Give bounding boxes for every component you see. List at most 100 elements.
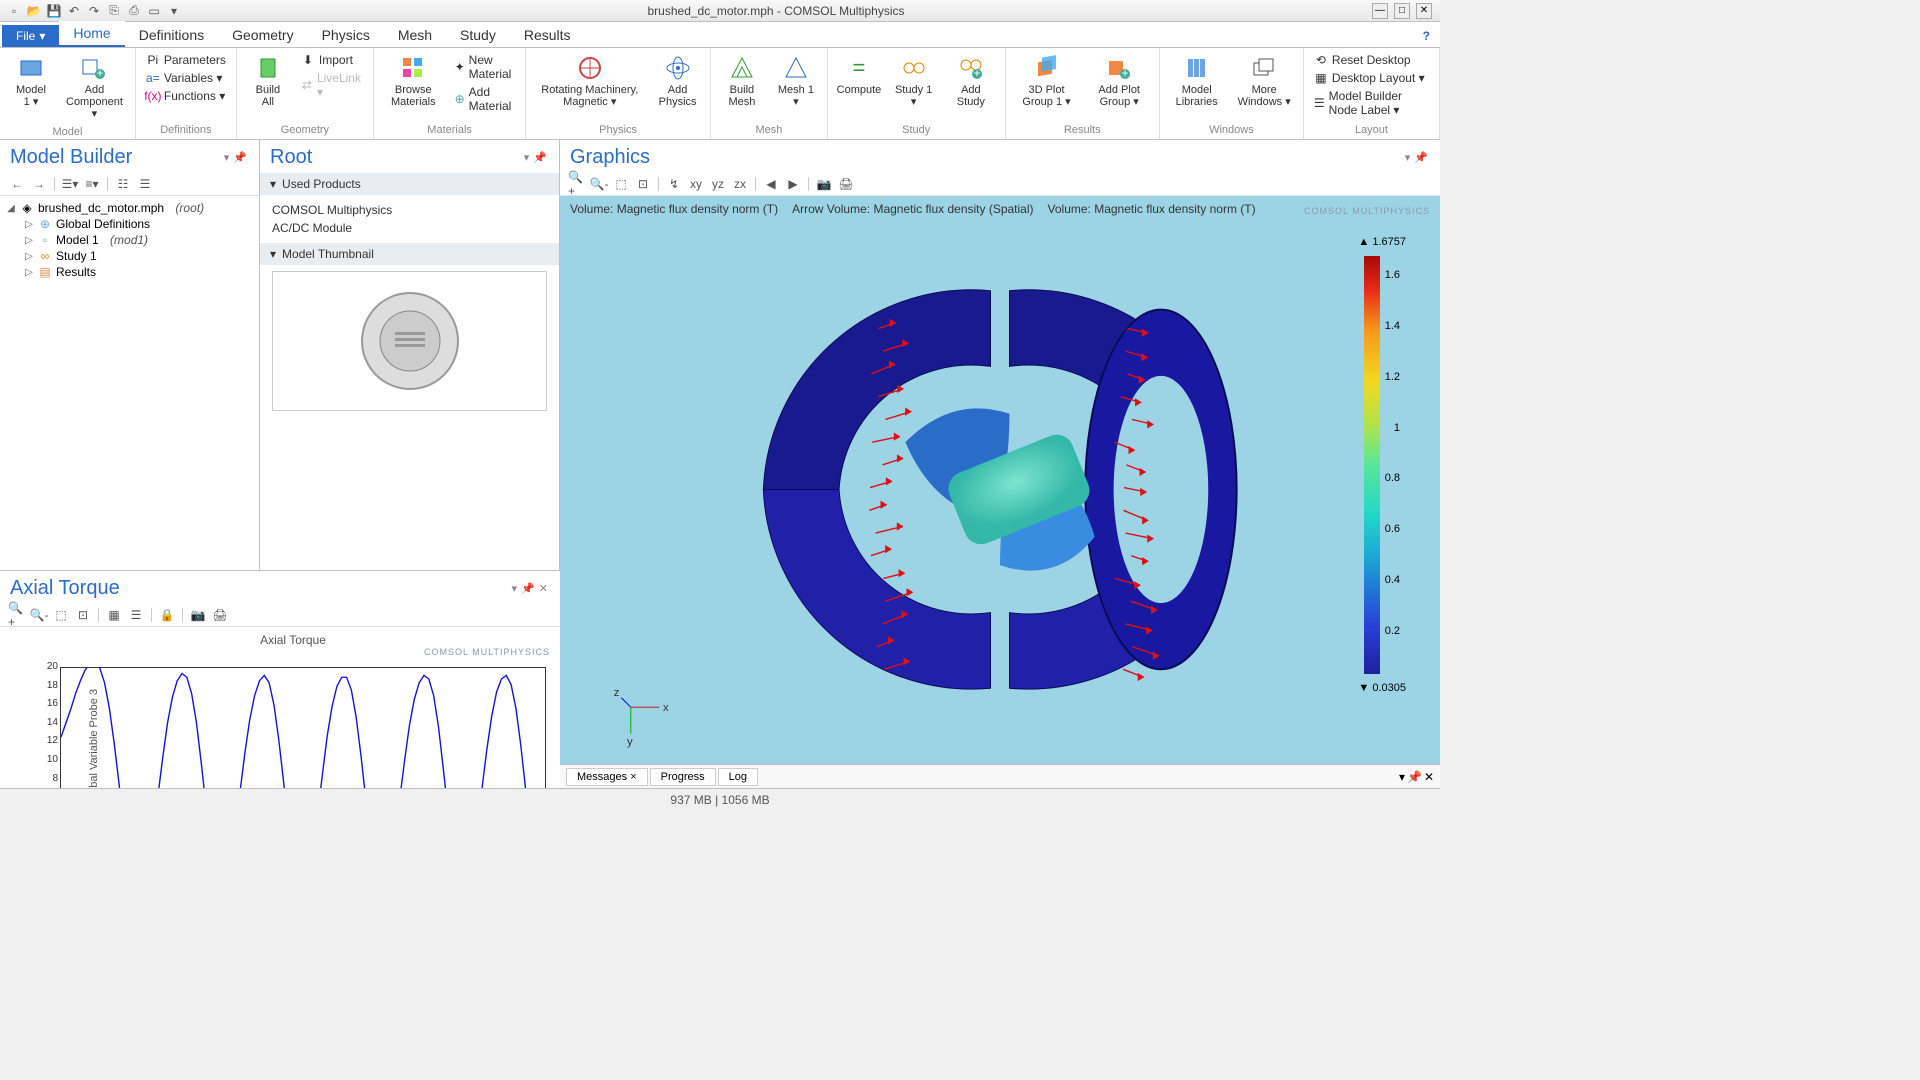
close-button[interactable]: ✕ [1416, 3, 1432, 19]
tab-geometry[interactable]: Geometry [218, 23, 307, 47]
back-icon[interactable]: ← [8, 175, 26, 193]
study1-button[interactable]: Study 1 ▾ [888, 50, 939, 112]
print-icon[interactable]: 🖨 [211, 606, 229, 624]
model-button[interactable]: Model 1 ▾ [6, 50, 56, 112]
expand-icon[interactable]: ≡▾ [83, 175, 101, 193]
physics-interface-button[interactable]: Rotating Machinery, Magnetic ▾ [532, 50, 647, 112]
more-windows-button[interactable]: More Windows ▾ [1231, 50, 1296, 112]
torque-chart[interactable]: Axial Torque COMSOL MULTIPHYSICS -4-2024… [0, 627, 560, 788]
panel-dropdown-icon[interactable]: ▾ [510, 582, 520, 595]
import-button[interactable]: ⬇Import [297, 52, 367, 68]
tree-study1[interactable]: ▷∞Study 1 [24, 248, 253, 264]
new-material-button[interactable]: ✦New Material [451, 52, 520, 82]
tab-mesh[interactable]: Mesh [384, 23, 446, 47]
chevron-down-icon: ▾ [270, 177, 276, 191]
build-mesh-button[interactable]: Build Mesh [717, 50, 767, 112]
yz-view-icon[interactable]: yz [709, 175, 727, 193]
tree-model1[interactable]: ▷▫Model 1 (mod1) [24, 232, 253, 248]
next-icon[interactable]: ▶ [784, 175, 802, 193]
model-libraries-button[interactable]: Model Libraries [1166, 50, 1227, 112]
pin-icon[interactable]: 📌 [519, 582, 537, 595]
close-icon[interactable]: ✕ [1424, 770, 1434, 784]
mesh1-button[interactable]: Mesh 1 ▾ [771, 50, 821, 112]
save-icon[interactable]: 💾 [46, 3, 62, 19]
tab-progress[interactable]: Progress [650, 768, 716, 786]
prev-icon[interactable]: ◀ [762, 175, 780, 193]
used-products-header[interactable]: ▾Used Products [260, 173, 559, 195]
group-label-definitions: Definitions [142, 122, 230, 137]
add-study-button[interactable]: +Add Study [943, 50, 998, 112]
forward-icon[interactable]: → [30, 175, 48, 193]
pin-icon[interactable]: 📌 [231, 151, 249, 164]
open-icon[interactable]: 📂 [26, 3, 42, 19]
zx-view-icon[interactable]: zx [731, 175, 749, 193]
add-plot-group-button[interactable]: +Add Plot Group ▾ [1085, 50, 1153, 112]
panel-dropdown-icon[interactable]: ▾ [222, 151, 232, 164]
copy-icon[interactable]: ⎘ [106, 3, 122, 19]
collapse-icon[interactable]: ☷ [114, 175, 132, 193]
zoom-out-icon[interactable]: 🔍- [590, 175, 608, 193]
zoom-box-icon[interactable]: ⬚ [612, 175, 630, 193]
group-label-layout: Layout [1310, 122, 1433, 137]
zoom-out-icon[interactable]: 🔍- [30, 606, 48, 624]
zoom-in-icon[interactable]: 🔍+ [8, 606, 26, 624]
tab-study[interactable]: Study [446, 23, 510, 47]
browse-materials-button[interactable]: Browse Materials [380, 50, 447, 112]
delete-icon[interactable]: ▭ [146, 3, 162, 19]
zoom-box-icon[interactable]: ⬚ [52, 606, 70, 624]
grid-icon[interactable]: ▦ [105, 606, 123, 624]
redo-icon[interactable]: ↷ [86, 3, 102, 19]
functions-button[interactable]: f(x)Functions ▾ [142, 88, 230, 104]
parameters-button[interactable]: PiParameters [142, 52, 230, 68]
show-icon[interactable]: ☰▾ [61, 175, 79, 193]
close-icon[interactable]: ✕ [537, 582, 550, 595]
lock-icon[interactable]: 🔒 [158, 606, 176, 624]
tab-physics[interactable]: Physics [308, 23, 384, 47]
panel-dropdown-icon[interactable]: ▾ [1403, 151, 1413, 164]
zoom-in-icon[interactable]: 🔍+ [568, 175, 586, 193]
new-icon[interactable]: ▫ [6, 3, 22, 19]
zoom-extent-icon[interactable]: ⊡ [74, 606, 92, 624]
add-component-button[interactable]: +Add Component ▾ [60, 50, 129, 124]
camera-icon[interactable]: 📷 [189, 606, 207, 624]
print-icon[interactable]: 🖨 [837, 175, 855, 193]
camera-icon[interactable]: 📷 [815, 175, 833, 193]
paste-icon[interactable]: ⎙ [126, 3, 142, 19]
legend-icon[interactable]: ☰ [127, 606, 145, 624]
3d-plot-button[interactable]: 3D Plot Group 1 ▾ [1012, 50, 1082, 112]
tab-results[interactable]: Results [510, 23, 585, 47]
file-tab[interactable]: File▾ [2, 25, 59, 47]
undo-icon[interactable]: ↶ [66, 3, 82, 19]
tab-log[interactable]: Log [718, 768, 758, 786]
graphics-viewport[interactable]: Volume: Magnetic flux density norm (T) A… [560, 196, 1440, 764]
tab-messages[interactable]: Messages × [566, 768, 648, 786]
help-icon[interactable]: ? [1415, 25, 1438, 47]
tree-root[interactable]: ◢◈brushed_dc_motor.mph (root) [6, 200, 253, 216]
reset-desktop-button[interactable]: ⟲Reset Desktop [1310, 52, 1433, 68]
panel-dropdown-icon[interactable]: ▾ [1399, 770, 1405, 784]
pin-icon[interactable]: 📌 [531, 151, 549, 164]
tree-results[interactable]: ▷▤Results [24, 264, 253, 280]
add-physics-button[interactable]: Add Physics [651, 50, 704, 112]
node-label-button[interactable]: ☰Model Builder Node Label ▾ [1310, 88, 1433, 118]
qat-dropdown-icon[interactable]: ▾ [166, 3, 182, 19]
build-all-button[interactable]: Build All [243, 50, 293, 112]
tree-global-definitions[interactable]: ▷⊕Global Definitions [24, 216, 253, 232]
list-icon[interactable]: ☰ [136, 175, 154, 193]
pin-icon[interactable]: 📌 [1407, 770, 1422, 784]
zoom-extent-icon[interactable]: ⊡ [634, 175, 652, 193]
add-material-button[interactable]: ⊕Add Material [451, 84, 520, 114]
desktop-layout-button[interactable]: ▦Desktop Layout ▾ [1310, 70, 1433, 86]
maximize-button[interactable]: □ [1394, 3, 1410, 19]
thumbnail-header[interactable]: ▾Model Thumbnail [260, 243, 559, 265]
xy-view-icon[interactable]: xy [687, 175, 705, 193]
compute-button[interactable]: =Compute [834, 50, 884, 100]
tab-definitions[interactable]: Definitions [125, 23, 218, 47]
tab-home[interactable]: Home [59, 21, 124, 47]
minimize-button[interactable]: — [1372, 3, 1388, 19]
default-view-icon[interactable]: ↯ [665, 175, 683, 193]
pin-icon[interactable]: 📌 [1412, 151, 1430, 164]
panel-dropdown-icon[interactable]: ▾ [522, 151, 532, 164]
variables-button[interactable]: a=Variables ▾ [142, 70, 230, 86]
root-title: Root [270, 146, 522, 169]
